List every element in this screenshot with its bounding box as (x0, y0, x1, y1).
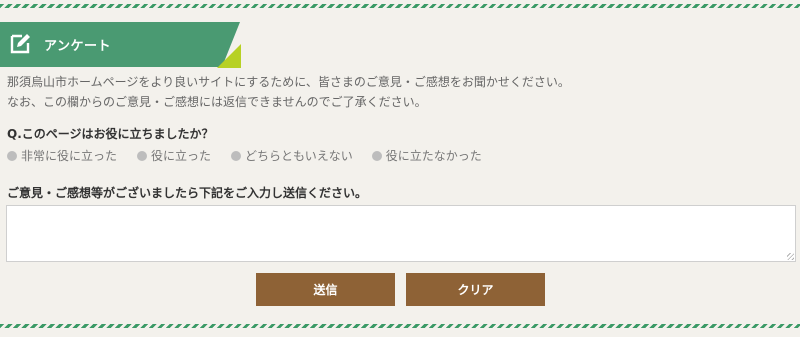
resize-grip-icon[interactable] (787, 253, 794, 260)
header-band (0, 22, 240, 67)
radio-button[interactable] (137, 150, 148, 161)
radio-button[interactable] (7, 150, 17, 161)
radio-helpful[interactable]: 役に立った (137, 147, 211, 164)
comment-label: ご意見・ご感想等がございましたら下記をご入力し送信ください。 (7, 186, 368, 200)
pencil-edit-icon (10, 34, 30, 54)
top-border-stripe (0, 4, 800, 8)
radio-button[interactable] (371, 150, 382, 161)
radio-label: 非常に役に立った (21, 149, 118, 163)
survey-header: アンケート (0, 22, 245, 68)
intro-line-2: なお、この欄からのご意見・ご感想には返信できませんのでご了承ください。 (7, 95, 427, 109)
survey-question: Q.このページはお役に立ちましたか？ (7, 127, 214, 141)
radio-label: 役に立った (151, 149, 212, 163)
intro-line-1: 那須烏山市ホームページをより良いサイトにするために、皆さまのご意見・ご感想をお聞… (7, 75, 570, 89)
radio-very-helpful[interactable]: 非常に役に立った (7, 147, 117, 164)
submit-button[interactable]: 送信 (256, 273, 395, 306)
clear-button[interactable]: クリア (406, 273, 545, 306)
bottom-border-stripe (0, 324, 800, 328)
radio-neutral[interactable]: どちらともいえない (231, 147, 353, 164)
rating-radio-group: 非常に役に立った 役に立った どちらともいえない 役に立たなかった (7, 147, 482, 164)
radio-button[interactable] (231, 150, 242, 161)
survey-title: アンケート (44, 39, 111, 54)
radio-label: どちらともいえない (245, 149, 353, 163)
radio-label: 役に立たなかった (385, 149, 482, 163)
radio-not-helpful[interactable]: 役に立たなかった (371, 147, 482, 164)
survey-intro: 那須烏山市ホームページをより良いサイトにするために、皆さまのご意見・ご感想をお聞… (7, 72, 570, 112)
comment-textarea[interactable] (6, 205, 796, 262)
